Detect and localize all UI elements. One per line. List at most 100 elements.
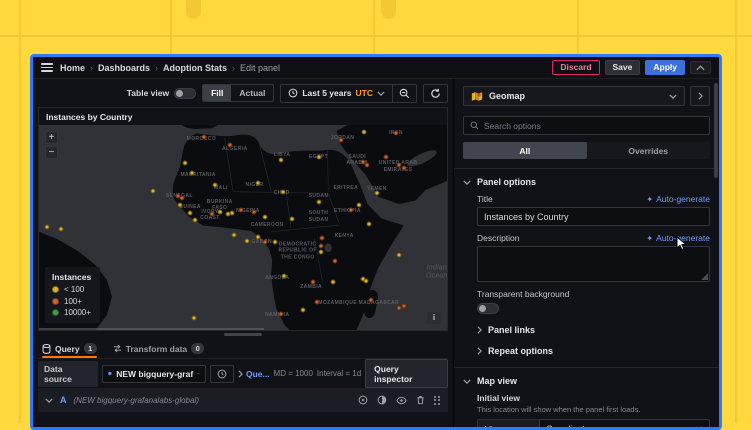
map-data-point[interactable]	[317, 154, 322, 159]
map-data-point[interactable]	[318, 243, 323, 248]
query-options-toggle[interactable]: Que...	[238, 369, 270, 379]
table-view-toggle[interactable]	[174, 88, 196, 99]
map-data-point[interactable]	[401, 166, 406, 171]
map-zoom-in-button[interactable]: +	[45, 131, 58, 144]
query-history-button[interactable]	[210, 365, 234, 383]
map-data-point[interactable]	[229, 211, 234, 216]
visualization-picker[interactable]: Geomap	[463, 86, 685, 106]
map-data-point[interactable]	[362, 129, 367, 134]
options-search[interactable]	[463, 116, 710, 135]
save-button[interactable]: Save	[605, 60, 641, 76]
pane-resize-handle[interactable]	[224, 333, 262, 337]
map-data-point[interactable]	[319, 235, 324, 240]
map-data-point[interactable]	[330, 280, 335, 285]
map-zoom-out-button[interactable]: −	[45, 146, 58, 159]
map-data-point[interactable]	[201, 135, 206, 140]
refresh-button[interactable]	[423, 84, 448, 103]
zoom-out-time-button[interactable]	[392, 85, 416, 102]
map-data-point[interactable]	[401, 303, 406, 308]
map-data-point[interactable]	[179, 195, 184, 200]
map-data-point[interactable]	[348, 208, 353, 213]
map-data-point[interactable]	[338, 137, 343, 142]
title-auto-generate-link[interactable]: ✦ Auto-generate	[646, 194, 710, 204]
map-data-point[interactable]	[212, 183, 217, 188]
search-input[interactable]	[484, 121, 703, 131]
datasource-picker[interactable]: NEW bigquery-graf	[102, 365, 206, 383]
map-view-section[interactable]: Map view	[463, 376, 710, 386]
map-data-point[interactable]	[317, 199, 322, 204]
map-data-point[interactable]	[367, 222, 372, 227]
map-data-point[interactable]	[273, 240, 278, 245]
trash-icon[interactable]	[416, 395, 425, 405]
eye-icon[interactable]	[396, 396, 407, 405]
map-info-button[interactable]: i	[427, 312, 441, 324]
description-auto-generate-link[interactable]: ✦ Auto-generate	[646, 233, 710, 243]
map-data-point[interactable]	[278, 158, 283, 163]
map-data-point[interactable]	[289, 217, 294, 222]
panel-options-section[interactable]: Panel options	[463, 177, 710, 187]
view-select[interactable]: Coordinates	[539, 419, 710, 430]
tab-query[interactable]: Query 1	[42, 343, 97, 358]
query-inspector-button[interactable]: Query inspector	[365, 359, 448, 388]
actual-button[interactable]: Actual	[231, 85, 273, 101]
map-data-point[interactable]	[357, 202, 362, 207]
map-data-point[interactable]	[209, 212, 214, 217]
panel-header[interactable]: Instances by Country	[39, 108, 447, 125]
map-data-point[interactable]	[58, 226, 63, 231]
map-data-point[interactable]	[278, 312, 283, 317]
map-data-point[interactable]	[151, 189, 156, 194]
options-scrollbar[interactable]	[714, 83, 718, 428]
map-data-point[interactable]	[332, 258, 337, 263]
drag-handle[interactable]	[434, 396, 442, 405]
record-circle-icon[interactable]	[358, 395, 368, 405]
query-row[interactable]: A (NEW bigquery-grafanalabs-global)	[38, 388, 448, 412]
duplicate-icon[interactable]	[377, 395, 387, 405]
chevron-down-icon[interactable]	[45, 398, 53, 403]
map-data-point[interactable]	[262, 214, 267, 219]
map-data-point[interactable]	[178, 202, 183, 207]
map-data-point[interactable]	[280, 189, 285, 194]
tab-all[interactable]: All	[463, 142, 587, 159]
map-data-point[interactable]	[256, 234, 261, 239]
query-ref-id[interactable]: A	[60, 395, 67, 405]
tab-transform-data[interactable]: Transform data 0	[113, 343, 205, 358]
map-data-point[interactable]	[45, 224, 50, 229]
map-data-point[interactable]	[190, 170, 195, 175]
map-data-point[interactable]	[227, 143, 232, 148]
map-data-point[interactable]	[217, 210, 222, 215]
collapse-options-button[interactable]	[690, 86, 710, 106]
map-data-point[interactable]	[192, 217, 197, 222]
map-data-point[interactable]	[310, 279, 315, 284]
breadcrumb-item[interactable]: Adoption Stats	[163, 63, 227, 73]
repeat-options-section[interactable]: Repeat options	[477, 346, 710, 356]
map-data-point[interactable]	[256, 181, 261, 186]
map-data-point[interactable]	[318, 250, 323, 255]
map-data-point[interactable]	[383, 154, 388, 159]
map-data-point[interactable]	[183, 161, 188, 166]
map-data-point[interactable]	[393, 131, 398, 136]
panel-description-input[interactable]	[477, 246, 710, 282]
map-data-point[interactable]	[262, 240, 267, 245]
map-data-point[interactable]	[365, 162, 370, 167]
map-data-point[interactable]	[314, 300, 319, 305]
breadcrumb-item[interactable]: Home	[60, 63, 85, 73]
map-data-point[interactable]	[281, 273, 286, 278]
discard-button[interactable]: Discard	[552, 60, 599, 76]
panel-links-section[interactable]: Panel links	[477, 325, 710, 335]
tab-overrides[interactable]: Overrides	[587, 142, 711, 159]
map-data-point[interactable]	[368, 298, 373, 303]
map-data-point[interactable]	[232, 233, 237, 238]
map-data-point[interactable]	[239, 208, 244, 213]
map-data-point[interactable]	[396, 252, 401, 257]
panel-title-input[interactable]	[477, 207, 710, 226]
map-data-point[interactable]	[187, 211, 192, 216]
apply-button[interactable]: Apply	[645, 60, 685, 76]
fill-button[interactable]: Fill	[203, 85, 231, 101]
map-data-point[interactable]	[192, 315, 197, 320]
map-data-point[interactable]	[245, 239, 250, 244]
map-data-point[interactable]	[375, 191, 380, 196]
menu-icon[interactable]	[41, 63, 53, 72]
map-data-point[interactable]	[363, 279, 368, 284]
map-canvas[interactable]: MOROCCOALGERIALIBYAEGYPTSAUDI ARABIAJORD…	[39, 125, 447, 330]
collapse-header-button[interactable]	[690, 61, 711, 74]
